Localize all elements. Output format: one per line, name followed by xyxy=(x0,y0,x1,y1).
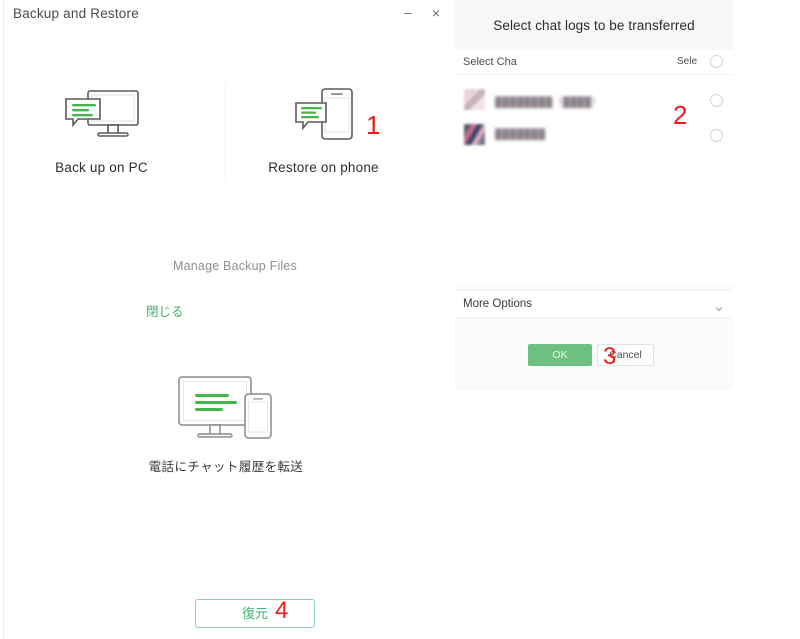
select-all-label: Sele xyxy=(676,56,697,67)
backup-and-restore-window: Backup and Restore – × Back up on PC Res… xyxy=(3,0,447,639)
chat-select-radio[interactable] xyxy=(710,94,723,107)
pc-chat-icon xyxy=(14,78,189,154)
mode-chooser: Back up on PC Restore on phone xyxy=(4,78,448,188)
chevron-down-icon xyxy=(715,300,723,312)
phone-chat-icon xyxy=(236,78,411,154)
avatar xyxy=(464,124,485,145)
select-chat-logs-dialog: Select chat logs to be transferred Selec… xyxy=(455,0,733,390)
manage-backup-files-link[interactable]: Manage Backup Files xyxy=(173,259,297,273)
close-link[interactable]: 閉じる xyxy=(146,301,184,320)
pc-to-phone-transfer-icon xyxy=(4,372,448,448)
mode-backup-on-pc[interactable]: Back up on PC xyxy=(14,78,189,175)
annotation-3: 3 xyxy=(603,343,617,370)
table-row[interactable]: ████████（████） xyxy=(455,83,733,117)
minimize-button[interactable]: – xyxy=(397,3,419,23)
avatar xyxy=(464,89,485,110)
table-row[interactable]: ███████ xyxy=(455,118,733,152)
transfer-illustration-block: 電話にチャット履歴を転送 xyxy=(4,372,448,475)
annotation-4: 4 xyxy=(275,597,289,624)
more-options-label: More Options xyxy=(463,298,533,310)
mode-backup-on-pc-label: Back up on PC xyxy=(55,160,148,175)
mode-restore-on-phone-label: Restore on phone xyxy=(268,160,379,175)
window-title: Backup and Restore xyxy=(13,6,139,21)
mode-restore-on-phone[interactable]: Restore on phone xyxy=(236,78,411,175)
window-titlebar: Backup and Restore – × xyxy=(4,0,448,30)
annotation-2: 2 xyxy=(673,100,688,130)
transfer-caption: 電話にチャット履歴を転送 xyxy=(148,460,304,474)
chat-name: ███████ xyxy=(495,129,546,140)
ok-button[interactable]: OK xyxy=(528,344,592,366)
dialog-footer: OK Cancel xyxy=(455,318,733,390)
restore-button[interactable]: 復元 xyxy=(195,599,315,628)
chat-select-radio[interactable] xyxy=(710,129,723,142)
dialog-title: Select chat logs to be transferred xyxy=(493,17,695,33)
chat-name: ████████（████） xyxy=(495,97,602,108)
close-button[interactable]: × xyxy=(425,3,447,23)
chat-list-body: Select Cha Sele ████████（████） ███████ xyxy=(455,50,733,285)
screenshot-root: Backup and Restore – × Back up on PC Res… xyxy=(0,0,800,639)
annotation-1: 1 xyxy=(366,110,381,140)
more-options-row[interactable]: More Options xyxy=(455,290,733,318)
chat-list-header: Select Cha Sele xyxy=(455,50,733,75)
select-all-radio[interactable] xyxy=(710,55,723,68)
select-chat-label: Select Cha xyxy=(463,56,517,68)
dialog-header: Select chat logs to be transferred xyxy=(455,0,733,50)
